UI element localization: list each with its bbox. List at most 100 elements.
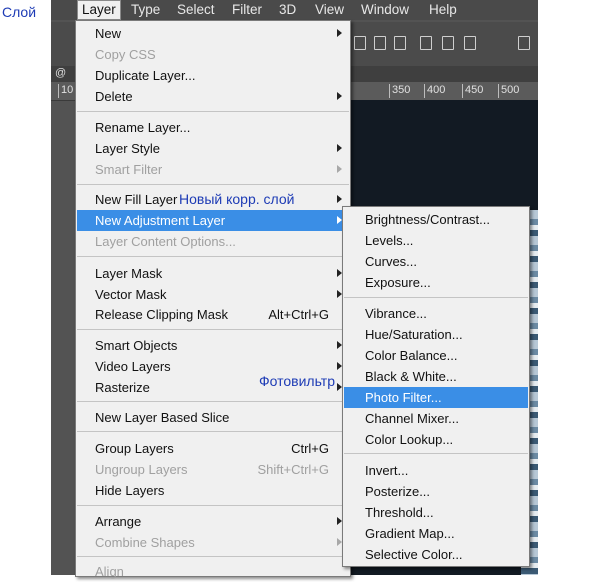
- menu-item-label: Photo Filter...: [365, 390, 442, 405]
- menu-item-label: New Layer Based Slice: [95, 410, 230, 425]
- annotation-layer: Слой: [2, 4, 37, 20]
- menu-item-label: New Fill Layer: [95, 192, 178, 207]
- menu-item-label: Smart Filter: [95, 162, 163, 177]
- menu-item-threshold[interactable]: Threshold...: [344, 502, 528, 523]
- menu-item-label: Release Clipping Mask: [95, 307, 228, 322]
- menu-item-ungroup-layers: Ungroup Layers Shift+Ctrl+G: [77, 459, 349, 480]
- menu-separator: [77, 556, 349, 557]
- menu-separator: [77, 184, 349, 185]
- menu-layer[interactable]: Layer: [77, 0, 121, 20]
- menu-item-color-lookup[interactable]: Color Lookup...: [344, 429, 528, 450]
- menu-item-black-white[interactable]: Black & White...: [344, 366, 528, 387]
- align-top-icon[interactable]: [351, 34, 367, 50]
- menu-3d[interactable]: 3D: [279, 1, 296, 19]
- menu-item-label: Ungroup Layers: [95, 462, 188, 477]
- menu-item-posterize[interactable]: Posterize...: [344, 481, 528, 502]
- menu-item-label: Selective Color...: [365, 547, 463, 562]
- menu-item-smart-objects[interactable]: Smart Objects: [77, 335, 349, 356]
- menu-item-curves[interactable]: Curves...: [344, 251, 528, 272]
- menu-item-invert[interactable]: Invert...: [344, 460, 528, 481]
- annotation-new-adjustment-layer: Новый корр. слой: [179, 191, 295, 207]
- annotation-photo-filter: Фотовильтр: [259, 373, 335, 389]
- menu-separator: [77, 111, 349, 112]
- menu-item-label: Rename Layer...: [95, 120, 191, 135]
- menu-item-label: Duplicate Layer...: [95, 68, 196, 83]
- menu-item-new-adjustment-layer[interactable]: New Adjustment Layer: [77, 210, 349, 231]
- menu-item-new[interactable]: New: [77, 23, 349, 44]
- menu-item-label: Color Balance...: [365, 348, 458, 363]
- submenu-arrow-icon: [337, 92, 342, 100]
- menu-item-label: Group Layers: [95, 441, 174, 456]
- distribute-icon[interactable]: [515, 34, 531, 50]
- menu-separator: [77, 505, 349, 506]
- menu-item-levels[interactable]: Levels...: [344, 230, 528, 251]
- menu-item-label: Curves...: [365, 254, 418, 269]
- menu-item-hide-layers[interactable]: Hide Layers: [77, 480, 349, 501]
- menu-item-label: Channel Mixer...: [365, 411, 459, 426]
- menu-item-layer-mask[interactable]: Layer Mask: [77, 263, 349, 284]
- menu-item-label: New Adjustment Layer: [95, 213, 226, 228]
- menu-item-label: Align: [95, 564, 124, 579]
- menu-item-label: Video Layers: [95, 359, 171, 374]
- menu-item-label: Arrange: [95, 514, 142, 529]
- menu-item-exposure[interactable]: Exposure...: [344, 272, 528, 293]
- menu-item-selective-color[interactable]: Selective Color...: [344, 544, 528, 565]
- menu-item-duplicate-layer[interactable]: Duplicate Layer...: [77, 65, 349, 86]
- menu-item-channel-mixer[interactable]: Channel Mixer...: [344, 408, 528, 429]
- menu-view[interactable]: View: [315, 1, 344, 19]
- menu-item-label: Smart Objects: [95, 338, 178, 353]
- menu-item-shortcut: Alt+Ctrl+G: [268, 307, 329, 322]
- ruler-tick: 400: [423, 84, 446, 98]
- ruler-tick: 350: [388, 84, 411, 98]
- menu-item-shortcut: Ctrl+G: [291, 441, 329, 456]
- submenu-arrow-icon: [337, 144, 342, 152]
- menu-item-label: Levels...: [365, 233, 414, 248]
- menu-item-label: Vibrance...: [365, 306, 427, 321]
- menu-item-label: Layer Mask: [95, 266, 163, 281]
- menu-separator: [77, 431, 349, 432]
- align-bottom-icon[interactable]: [391, 34, 407, 50]
- document-tab[interactable]: @: [55, 67, 66, 79]
- adjustment-layer-submenu: Brightness/Contrast... Levels... Curves.…: [342, 206, 530, 567]
- submenu-arrow-icon: [337, 195, 342, 203]
- menu-item-shortcut: Shift+Ctrl+G: [257, 462, 329, 477]
- menu-help[interactable]: Help: [429, 1, 457, 19]
- menu-item-label: Delete: [95, 89, 133, 104]
- menu-item-label: Copy CSS: [95, 47, 156, 62]
- menu-separator: [344, 453, 528, 454]
- menu-item-color-balance[interactable]: Color Balance...: [344, 345, 528, 366]
- menu-item-hue-saturation[interactable]: Hue/Saturation...: [344, 324, 528, 345]
- ruler-tick: 450: [461, 84, 484, 98]
- menu-item-label: Hue/Saturation...: [365, 327, 463, 342]
- menu-item-label: Gradient Map...: [365, 526, 455, 541]
- menu-item-delete[interactable]: Delete: [77, 86, 349, 107]
- menu-select[interactable]: Select: [177, 1, 215, 19]
- menu-item-label: Vector Mask: [95, 287, 167, 302]
- menu-separator: [77, 256, 349, 257]
- menu-filter[interactable]: Filter: [232, 1, 262, 19]
- menu-item-layer-content-options: Layer Content Options...: [77, 231, 349, 252]
- menu-item-new-layer-based-slice[interactable]: New Layer Based Slice: [77, 407, 349, 428]
- menu-item-combine-shapes: Combine Shapes: [77, 532, 349, 553]
- menu-type[interactable]: Type: [131, 1, 160, 19]
- menu-item-label: Threshold...: [365, 505, 434, 520]
- menu-item-label: Layer Content Options...: [95, 234, 236, 249]
- menu-item-gradient-map[interactable]: Gradient Map...: [344, 523, 528, 544]
- align-right-icon[interactable]: [461, 34, 477, 50]
- menu-window[interactable]: Window: [361, 1, 409, 19]
- menu-item-rename-layer[interactable]: Rename Layer...: [77, 117, 349, 138]
- menu-item-label: Exposure...: [365, 275, 431, 290]
- align-vcenter-icon[interactable]: [371, 34, 387, 50]
- menu-item-arrange[interactable]: Arrange: [77, 511, 349, 532]
- align-left-icon[interactable]: [417, 34, 433, 50]
- ruler-tick: 10: [57, 84, 74, 98]
- menu-item-label: Color Lookup...: [365, 432, 454, 447]
- menu-item-release-clipping-mask[interactable]: Release Clipping Mask Alt+Ctrl+G: [77, 304, 349, 325]
- menu-item-vibrance[interactable]: Vibrance...: [344, 303, 528, 324]
- menu-item-brightness-contrast[interactable]: Brightness/Contrast...: [344, 209, 528, 230]
- menu-item-layer-style[interactable]: Layer Style: [77, 138, 349, 159]
- align-hcenter-icon[interactable]: [439, 34, 455, 50]
- menu-item-group-layers[interactable]: Group Layers Ctrl+G: [77, 438, 349, 459]
- menu-item-vector-mask[interactable]: Vector Mask: [77, 284, 349, 305]
- menu-item-photo-filter[interactable]: Photo Filter...: [344, 387, 528, 408]
